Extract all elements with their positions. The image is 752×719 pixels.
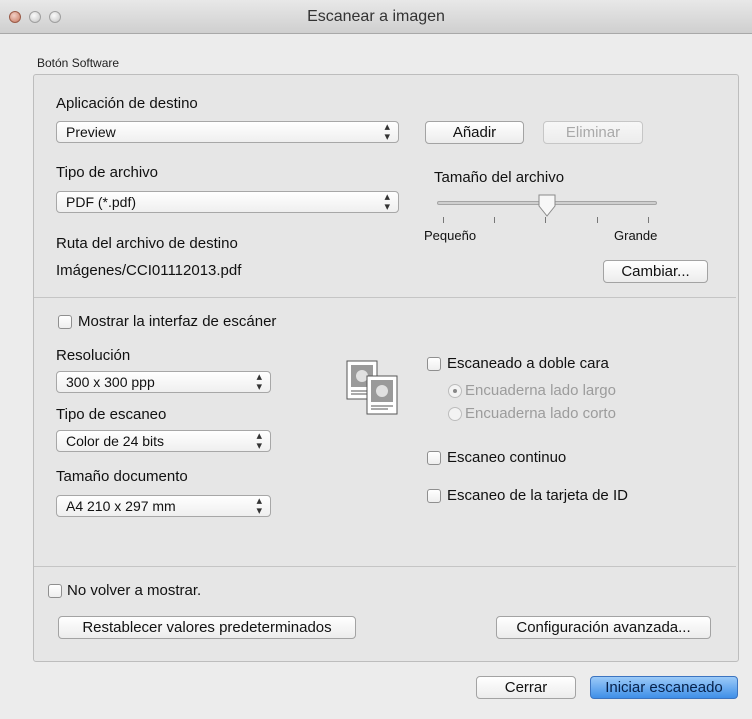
popup-arrows-icon: ▴ ▾ [384, 191, 390, 213]
destination-app-value: Preview [66, 124, 116, 140]
popup-arrows-icon: ▴ ▾ [256, 371, 262, 393]
long-edge-radio[interactable] [448, 384, 462, 398]
file-type-label: Tipo de archivo [56, 164, 158, 181]
file-type-value: PDF (*.pdf) [66, 194, 137, 210]
popup-arrows-icon: ▴ ▾ [256, 495, 262, 517]
slider-max-label: Grande [614, 228, 658, 243]
file-path-label: Ruta del archivo de destino [56, 235, 238, 252]
divider [34, 297, 736, 298]
change-path-button[interactable]: Cambiar... [603, 260, 708, 283]
slider-tick [597, 217, 598, 223]
slider-min-label: Pequeño [424, 228, 477, 243]
file-size-slider-knob[interactable] [537, 194, 557, 218]
slider-tick [443, 217, 444, 223]
dialog-window: Escanear a imagen Botón Software Aplicac… [0, 0, 752, 719]
dont-show-again-label: No volver a mostrar. [67, 582, 202, 599]
remove-button[interactable]: Eliminar [543, 121, 643, 144]
slider-tick [648, 217, 649, 223]
document-size-value: A4 210 x 297 mm [66, 498, 176, 514]
popup-arrows-icon: ▴ ▾ [384, 121, 390, 143]
resolution-label: Resolución [56, 347, 131, 364]
continuous-scan-checkbox[interactable] [427, 451, 441, 465]
close-button[interactable]: Cerrar [476, 676, 576, 699]
slider-tick [494, 217, 495, 223]
popup-arrows-icon: ▴ ▾ [256, 430, 262, 452]
scan-type-value: Color de 24 bits [66, 433, 165, 449]
show-scanner-ui-checkbox[interactable] [58, 315, 72, 329]
file-size-label: Tamaño del archivo [434, 169, 565, 186]
duplex-pages-icon [346, 360, 398, 415]
scan-type-select[interactable]: Color de 24 bits ▴ ▾ [56, 430, 271, 452]
divider [34, 566, 736, 567]
continuous-scan-label: Escaneo continuo [447, 449, 567, 466]
title-bar: Escanear a imagen [0, 0, 752, 34]
advanced-settings-button[interactable]: Configuración avanzada... [496, 616, 711, 639]
add-button[interactable]: Añadir [425, 121, 524, 144]
window-title: Escanear a imagen [307, 8, 445, 25]
long-edge-label: Encuaderna lado largo [465, 382, 616, 399]
show-scanner-ui-label: Mostrar la interfaz de escáner [78, 313, 277, 330]
start-scan-button[interactable]: Iniciar escaneado [590, 676, 738, 699]
destination-app-label: Aplicación de destino [56, 95, 198, 112]
id-card-scan-label: Escaneo de la tarjeta de ID [447, 487, 628, 504]
scan-type-label: Tipo de escaneo [56, 406, 167, 423]
radio-selected-dot [453, 389, 457, 393]
document-size-select[interactable]: A4 210 x 297 mm ▴ ▾ [56, 495, 271, 517]
file-path-value: Imágenes/CCI01112013.pdf [56, 262, 242, 279]
id-card-scan-checkbox[interactable] [427, 489, 441, 503]
short-edge-label: Encuaderna lado corto [465, 405, 616, 422]
destination-app-select[interactable]: Preview ▴ ▾ [56, 121, 399, 143]
document-size-label: Tamaño documento [56, 468, 188, 485]
short-edge-radio[interactable] [448, 407, 462, 421]
duplex-label: Escaneado a doble cara [447, 355, 609, 372]
restore-defaults-button[interactable]: Restablecer valores predeterminados [58, 616, 356, 639]
duplex-checkbox[interactable] [427, 357, 441, 371]
group-label: Botón Software [37, 56, 120, 70]
file-type-select[interactable]: PDF (*.pdf) ▴ ▾ [56, 191, 399, 213]
resolution-select[interactable]: 300 x 300 ppp ▴ ▾ [56, 371, 271, 393]
resolution-value: 300 x 300 ppp [66, 374, 155, 390]
dont-show-again-checkbox[interactable] [48, 584, 62, 598]
